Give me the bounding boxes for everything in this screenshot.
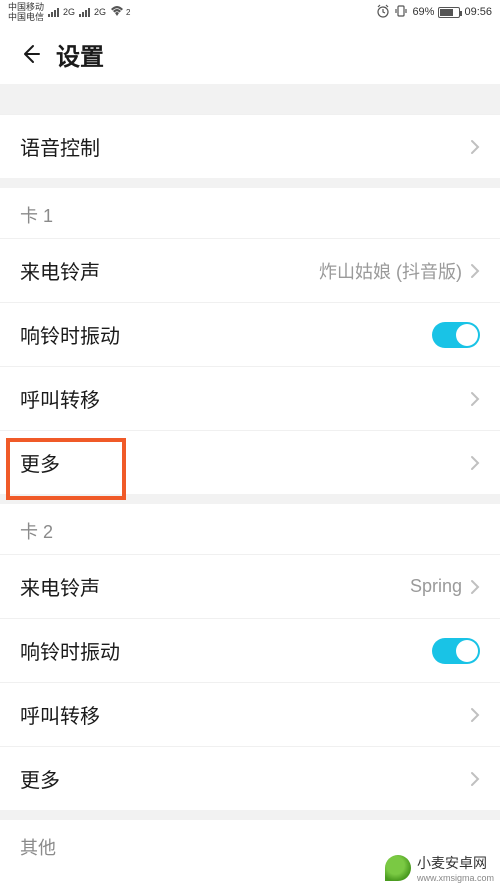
wifi-index: 2 — [126, 8, 130, 17]
row-card1-forward[interactable]: 呼叫转移 — [0, 366, 500, 430]
card2-forward-label: 呼叫转移 — [20, 700, 470, 729]
section-header-card2: 卡 2 — [0, 504, 500, 554]
divider — [0, 494, 500, 504]
chevron-right-icon — [470, 263, 480, 279]
row-card1-more[interactable]: 更多 — [0, 430, 500, 494]
card2-vibrate-toggle[interactable] — [432, 638, 480, 664]
chevron-right-icon — [470, 139, 480, 155]
card1-ringtone-label: 来电铃声 — [20, 256, 319, 285]
card1-vibrate-label: 响铃时振动 — [20, 320, 432, 349]
chevron-right-icon — [470, 455, 480, 471]
signal-1-icon — [48, 8, 59, 17]
row-voice-control[interactable]: 语音控制 — [0, 114, 500, 178]
page-title: 设置 — [56, 37, 104, 72]
network-2: 2G — [94, 7, 106, 17]
battery-text: 69% — [412, 6, 434, 18]
wifi-icon — [110, 5, 124, 20]
card1-forward-label: 呼叫转移 — [20, 384, 470, 413]
chevron-right-icon — [470, 579, 480, 595]
back-button[interactable] — [16, 40, 44, 68]
battery-icon — [438, 7, 460, 18]
alarm-icon — [376, 4, 390, 21]
carrier-1: 中国移动 — [8, 2, 44, 12]
voice-control-label: 语音控制 — [20, 132, 470, 161]
card1-more-label: 更多 — [20, 448, 470, 477]
chevron-right-icon — [470, 771, 480, 787]
row-card2-forward[interactable]: 呼叫转移 — [0, 682, 500, 746]
chevron-right-icon — [470, 707, 480, 723]
back-arrow-icon — [19, 43, 41, 65]
chevron-right-icon — [470, 391, 480, 407]
divider — [0, 810, 500, 820]
row-card1-vibrate: 响铃时振动 — [0, 302, 500, 366]
status-left: 中国移动 中国电信 2G 2G 2 — [8, 2, 131, 22]
card2-vibrate-label: 响铃时振动 — [20, 636, 432, 665]
card1-ringtone-value: 炸山姑娘 (抖音版) — [319, 258, 462, 284]
watermark-url: www.xmsigma.com — [417, 873, 494, 883]
carrier-2: 中国电信 — [8, 12, 44, 22]
status-bar: 中国移动 中国电信 2G 2G 2 69% 09:56 — [0, 0, 500, 24]
divider — [0, 84, 500, 114]
vibrate-icon — [394, 4, 408, 21]
card2-more-label: 更多 — [20, 764, 470, 793]
status-right: 69% 09:56 — [376, 4, 492, 21]
card1-vibrate-toggle[interactable] — [432, 322, 480, 348]
watermark: 小麦安卓网 www.xmsigma.com — [385, 853, 494, 883]
watermark-text: 小麦安卓网 — [417, 855, 487, 871]
section-header-card1: 卡 1 — [0, 188, 500, 238]
watermark-logo-icon — [385, 855, 411, 881]
row-card2-ringtone[interactable]: 来电铃声 Spring — [0, 554, 500, 618]
card2-ringtone-label: 来电铃声 — [20, 572, 410, 601]
signal-2-icon — [79, 8, 90, 17]
row-card2-vibrate: 响铃时振动 — [0, 618, 500, 682]
network-1: 2G — [63, 7, 75, 17]
divider — [0, 178, 500, 188]
carrier-labels: 中国移动 中国电信 — [8, 2, 44, 22]
row-card2-more[interactable]: 更多 — [0, 746, 500, 810]
row-card1-ringtone[interactable]: 来电铃声 炸山姑娘 (抖音版) — [0, 238, 500, 302]
header: 设置 — [0, 24, 500, 84]
clock: 09:56 — [464, 6, 492, 18]
card2-ringtone-value: Spring — [410, 576, 462, 597]
